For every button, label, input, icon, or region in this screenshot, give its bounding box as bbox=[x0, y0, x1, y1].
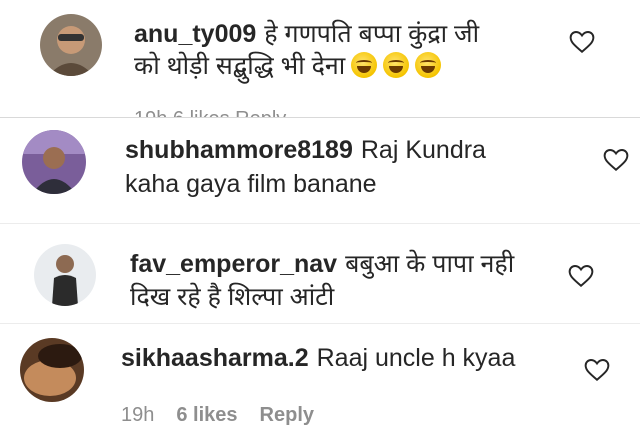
laughing-tears-emoji bbox=[383, 52, 410, 78]
comment-text: anu_ty009 हे गणपति बप्पा कुंद्रा जी bbox=[134, 18, 479, 50]
laughing-tears-emoji bbox=[415, 52, 442, 78]
comment-text: shubhammore8189 Raj Kundra bbox=[125, 134, 486, 166]
reply-button[interactable]: Reply bbox=[260, 404, 314, 426]
comment-item: fav_emperor_nav बबुआ के पापा नही दिख रहे … bbox=[0, 224, 640, 322]
comment-body: दिख रहे है शिल्पा आंटी bbox=[130, 283, 335, 311]
comment-body: kaha gaya film banane bbox=[125, 170, 377, 198]
comment-body: बबुआ के पापा नही bbox=[345, 250, 515, 278]
comment-item: shubhammore8189 Raj Kundra kaha gaya film… bbox=[0, 118, 640, 222]
avatar[interactable] bbox=[22, 130, 86, 194]
comment-time: 19h bbox=[121, 404, 155, 426]
comment-body: हे गणपति बप्पा कुंद्रा जी bbox=[264, 20, 480, 48]
avatar[interactable] bbox=[34, 244, 96, 306]
heart-outline-icon[interactable] bbox=[569, 30, 595, 54]
comment-body: को थोड़ी सद्बुद्धि भी देना bbox=[134, 52, 346, 80]
heart-outline-icon[interactable] bbox=[603, 148, 629, 172]
username[interactable]: fav_emperor_nav bbox=[130, 250, 337, 278]
comment-meta: 19h 6 likes Reply bbox=[121, 404, 336, 427]
heart-outline-icon[interactable] bbox=[568, 264, 594, 288]
heart-outline-icon[interactable] bbox=[584, 358, 610, 382]
comment-item: anu_ty009 हे गणपति बप्पा कुंद्रा जी को थो… bbox=[0, 0, 640, 118]
laughing-tears-emoji bbox=[351, 52, 378, 78]
comment-text: sikhaasharma.2 Raaj uncle h kyaa bbox=[121, 342, 515, 374]
comment-text: fav_emperor_nav बबुआ के पापा नही bbox=[130, 248, 514, 280]
avatar[interactable] bbox=[40, 14, 102, 76]
comment-likes[interactable]: 6 likes bbox=[176, 404, 237, 426]
username[interactable]: sikhaasharma.2 bbox=[121, 344, 309, 372]
comment-body: Raaj uncle h kyaa bbox=[316, 344, 516, 372]
comment-text-line2: दिख रहे है शिल्पा आंटी bbox=[130, 281, 334, 313]
username[interactable]: anu_ty009 bbox=[134, 20, 256, 48]
avatar[interactable] bbox=[20, 338, 84, 402]
comment-body: Raj Kundra bbox=[360, 136, 486, 164]
comment-text-line2: kaha gaya film banane bbox=[125, 168, 377, 200]
comment-text-line2: को थोड़ी सद्बुद्धि भी देना bbox=[134, 50, 442, 82]
username[interactable]: shubhammore8189 bbox=[125, 136, 353, 164]
comment-item: sikhaasharma.2 Raaj uncle h kyaa 19h 6 lik… bbox=[0, 324, 640, 443]
